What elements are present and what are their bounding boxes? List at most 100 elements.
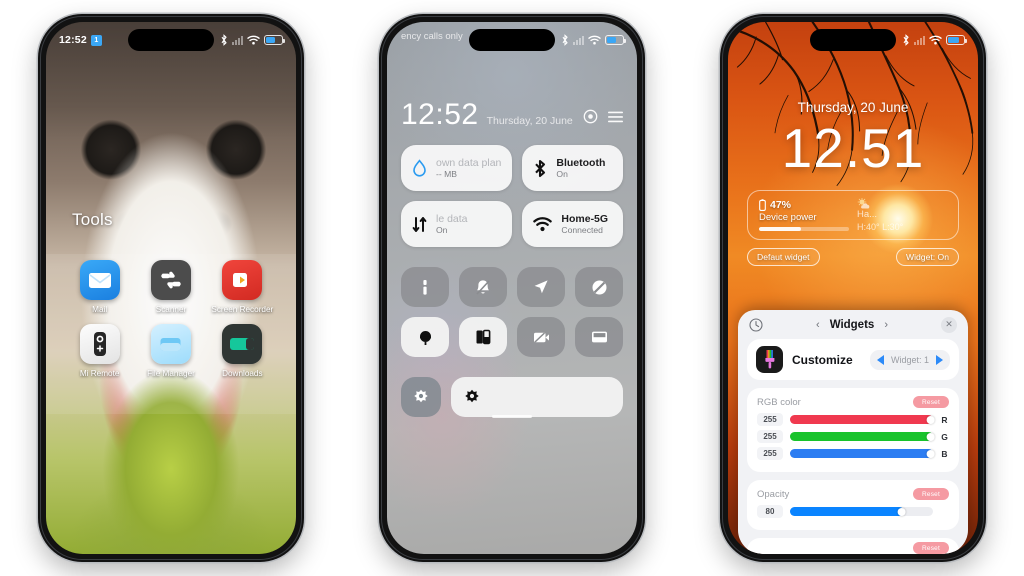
lock-screen-time: 12.51 bbox=[781, 117, 925, 179]
bluetooth-icon bbox=[221, 34, 227, 46]
history-clock-icon[interactable] bbox=[749, 317, 763, 332]
toggle-silent[interactable] bbox=[459, 267, 507, 307]
tile-title: Home-5G bbox=[561, 212, 609, 225]
close-icon[interactable]: ✕ bbox=[941, 316, 957, 333]
toggle-location[interactable] bbox=[517, 267, 565, 307]
scanner-icon bbox=[150, 260, 191, 300]
app-item-file-manager[interactable]: File Manager bbox=[135, 324, 206, 379]
slider-track-b[interactable] bbox=[790, 449, 935, 458]
toggle-flashlight[interactable] bbox=[401, 267, 449, 307]
weather-title: Ha... bbox=[857, 209, 878, 220]
toggle-dnd[interactable] bbox=[575, 267, 623, 307]
toggle-screenshot[interactable] bbox=[517, 317, 565, 357]
slider-value-opacity: 80 bbox=[757, 505, 783, 518]
app-grid: Mail Scanner Screen Recorder Mi Remote F… bbox=[64, 260, 278, 380]
slider-track-g[interactable] bbox=[790, 432, 935, 441]
wifi-icon bbox=[929, 35, 942, 45]
lock-screen-date: Thursday, 20 June bbox=[797, 100, 909, 115]
app-label: File Manager bbox=[147, 369, 195, 379]
app-item-scanner[interactable]: Scanner bbox=[135, 260, 206, 315]
home-indicator bbox=[492, 415, 532, 418]
battery-bar bbox=[759, 227, 849, 231]
chip-widget-on[interactable]: Widget: On bbox=[896, 248, 959, 266]
signal-icon bbox=[914, 36, 925, 45]
control-center-small-tiles bbox=[401, 267, 623, 357]
rgb-reset-button[interactable]: Reset bbox=[913, 396, 949, 408]
slider-row-b: 255 B bbox=[757, 447, 949, 460]
tile-title: own data plan bbox=[436, 156, 502, 169]
bluetooth-icon bbox=[903, 34, 909, 46]
tile-mobile-data[interactable]: le data On bbox=[401, 201, 513, 247]
app-label: Mi Remote bbox=[79, 369, 120, 379]
chevron-left-icon[interactable]: ‹ bbox=[816, 319, 820, 331]
slider-channel-b: B bbox=[941, 448, 948, 459]
bluetooth-icon bbox=[535, 159, 546, 177]
weather-sub: H:40° L:30° bbox=[857, 222, 904, 232]
tile-bluetooth[interactable]: Bluetooth On bbox=[522, 145, 623, 191]
toggle-brightness[interactable] bbox=[401, 377, 441, 417]
opacity-reset-button[interactable]: Reset bbox=[913, 488, 949, 500]
status-time: 12:52 bbox=[59, 34, 87, 46]
brightness-icon bbox=[465, 389, 479, 403]
clock-time: 12:52 bbox=[401, 98, 479, 131]
lock-screen-widget[interactable]: 47% Device power Ha... H:40° L:30° bbox=[747, 190, 959, 240]
tile-title: le data bbox=[436, 212, 468, 225]
toggle-screen-cast[interactable] bbox=[575, 317, 623, 357]
triangle-left-icon[interactable] bbox=[876, 354, 884, 365]
triangle-right-icon[interactable] bbox=[936, 354, 943, 365]
sun-cloud-icon bbox=[857, 198, 870, 209]
screen-cast-icon bbox=[591, 331, 607, 343]
app-item-downloads[interactable]: Downloads bbox=[207, 324, 278, 379]
screenshot-icon bbox=[533, 331, 549, 343]
widgets-panel-title: Widgets bbox=[829, 318, 875, 331]
chip-default-widget[interactable]: Defaut widget bbox=[747, 248, 820, 266]
dnd-icon bbox=[592, 280, 606, 294]
reading-mode-icon bbox=[476, 329, 491, 345]
tile-subtitle: Connected bbox=[561, 225, 603, 236]
lock-screen-chips: Defaut widget Widget: On bbox=[747, 248, 959, 266]
widget-stepper[interactable]: Widget: 1 bbox=[869, 349, 950, 370]
slider-row-r: 255 R bbox=[757, 413, 949, 426]
opacity-card-title: Opacity bbox=[757, 488, 790, 500]
control-center-clock-row: 12:52 Thursday, 20 June bbox=[401, 98, 623, 132]
battery-label: Device power bbox=[759, 212, 817, 223]
tile-subtitle: On bbox=[556, 169, 568, 180]
silent-bell-icon bbox=[476, 279, 490, 295]
paint-brush-icon bbox=[756, 346, 783, 373]
chevron-right-icon[interactable]: › bbox=[884, 319, 888, 331]
tile-title: Bluetooth bbox=[556, 156, 606, 169]
phone1-screen: 12:52 1 Tools Mail Scanner Screen Record… bbox=[46, 22, 296, 554]
menu-icon[interactable] bbox=[608, 111, 623, 123]
folder-title: Tools bbox=[72, 210, 113, 229]
brightness-slider[interactable] bbox=[451, 377, 623, 417]
carrier-label: ency calls only bbox=[401, 31, 463, 42]
slider-track-opacity[interactable] bbox=[790, 507, 933, 516]
rgb-color-card: RGB color Reset 255 R 255 G 255 B bbox=[747, 388, 959, 472]
battery-icon bbox=[605, 35, 626, 45]
tile-wifi-home-5g[interactable]: Home-5G Connected bbox=[522, 201, 623, 247]
tile-data-plan[interactable]: own data plan -- MB bbox=[401, 145, 513, 191]
app-item-mail[interactable]: Mail bbox=[64, 260, 135, 315]
toggle-reading-mode[interactable] bbox=[459, 317, 507, 357]
wifi-icon bbox=[588, 35, 601, 45]
settings-gear-icon[interactable] bbox=[583, 109, 598, 124]
slider-row-g: 255 G bbox=[757, 430, 949, 443]
water-drop-icon bbox=[413, 158, 426, 177]
rgb-card-title: RGB color bbox=[757, 396, 801, 408]
notch bbox=[469, 29, 555, 51]
app-item-mi-remote[interactable]: Mi Remote bbox=[64, 324, 135, 379]
wifi-icon bbox=[247, 35, 260, 45]
app-label: Mail bbox=[92, 305, 108, 314]
toggle-dark-mode[interactable] bbox=[401, 317, 449, 357]
phone3-screen: Thursday, 20 June 12.51 47% Device power… bbox=[728, 22, 978, 554]
peek-reset-button[interactable]: Reset bbox=[913, 542, 949, 554]
remote-icon bbox=[79, 324, 120, 365]
battery-icon bbox=[946, 35, 967, 45]
app-item-screen-recorder[interactable]: Screen Recorder bbox=[207, 260, 278, 315]
widget-stepper-label: Widget: 1 bbox=[890, 354, 929, 365]
slider-track-r[interactable] bbox=[790, 415, 935, 424]
tile-subtitle: On bbox=[436, 225, 448, 236]
slider-channel-r: R bbox=[941, 414, 948, 425]
brightness-icon bbox=[414, 389, 428, 403]
clock-date: Thursday, 20 June bbox=[486, 115, 573, 127]
